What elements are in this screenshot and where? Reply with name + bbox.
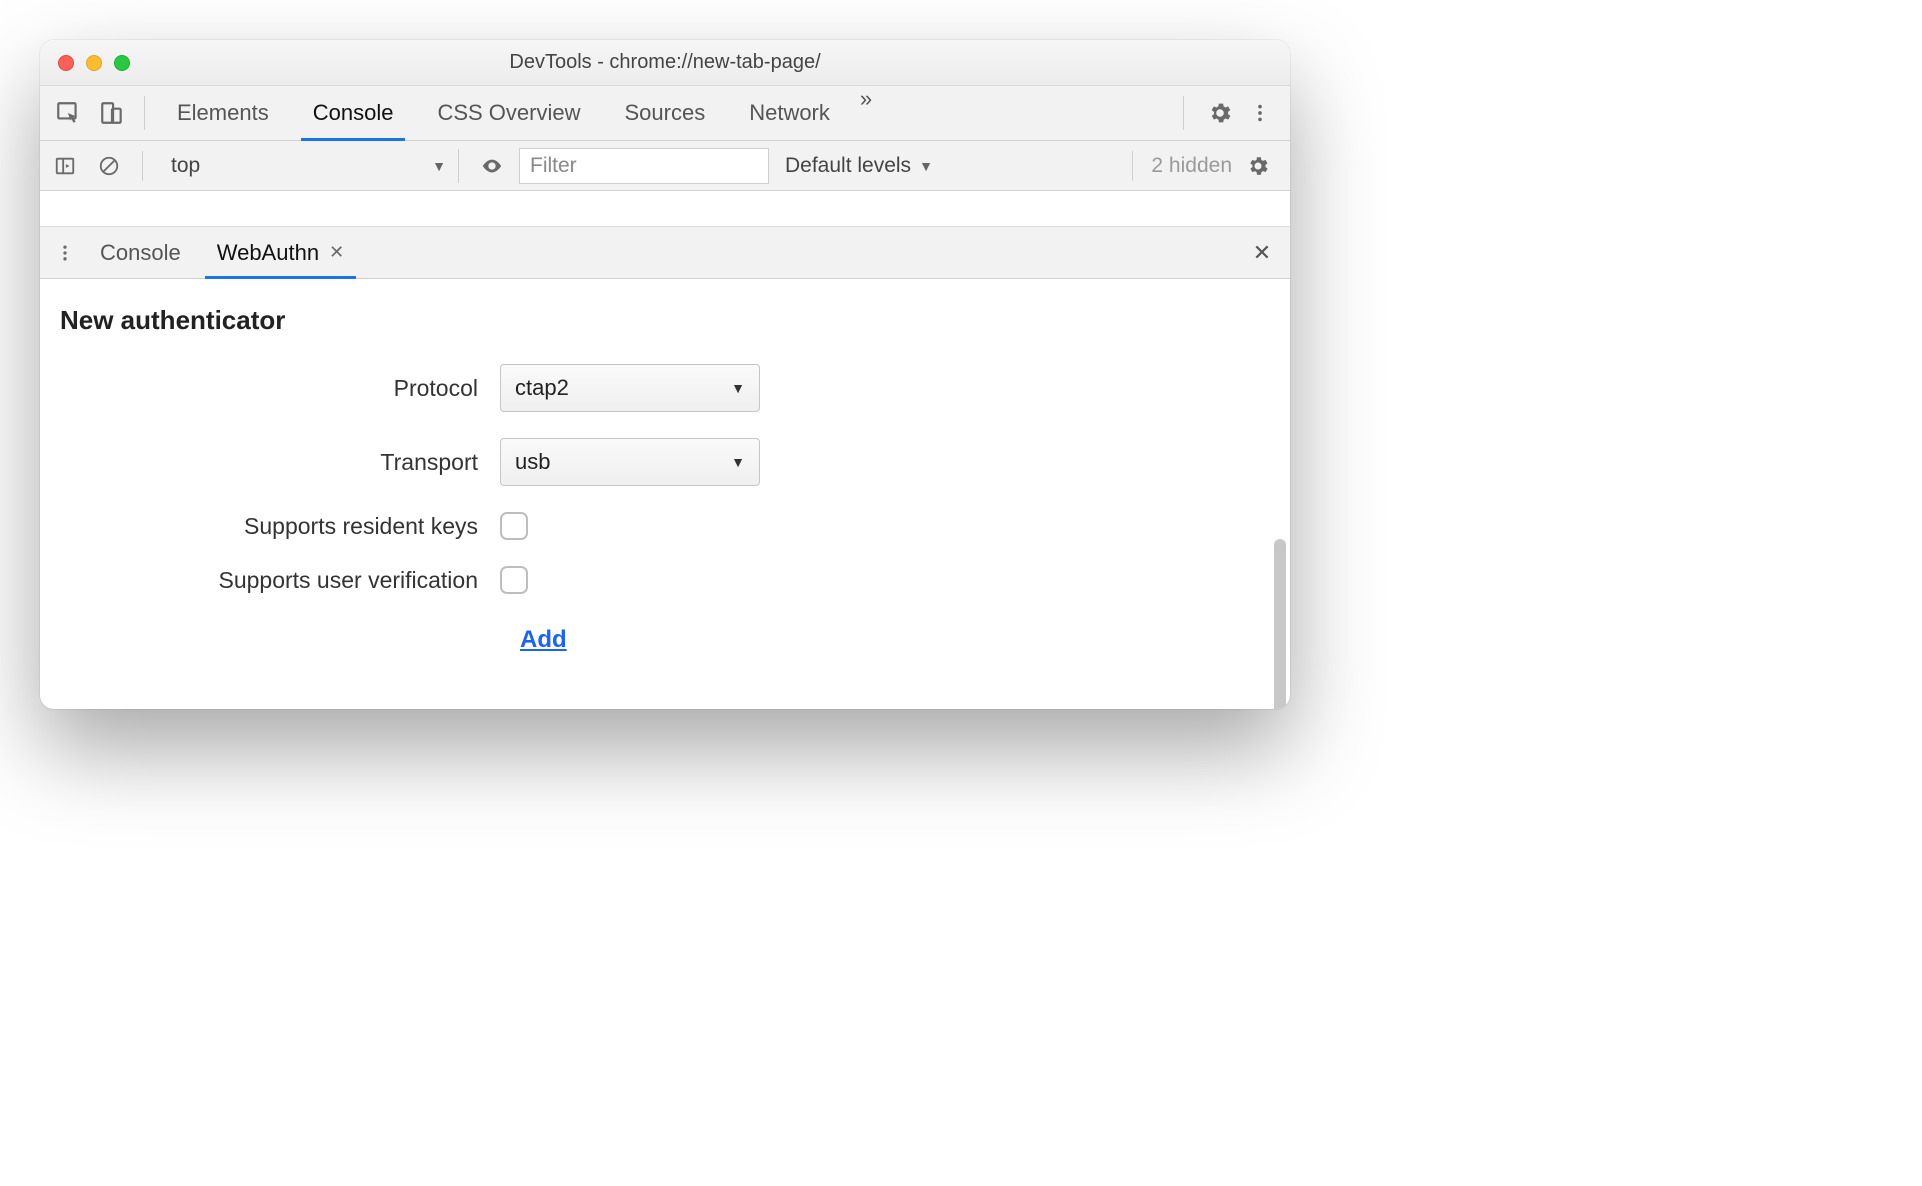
drawer-tab-webauthn[interactable]: WebAuthn ✕ <box>199 227 362 278</box>
main-tabstrip: Elements Console CSS Overview Sources Ne… <box>40 86 1290 141</box>
add-authenticator-button[interactable]: Add <box>520 626 567 654</box>
console-toolbar: top ▼ Default levels ▼ 2 hidden <box>40 141 1290 191</box>
label-resident-keys: Supports resident keys <box>60 513 500 540</box>
inspect-element-icon[interactable] <box>46 91 90 135</box>
row-resident-keys: Supports resident keys <box>60 512 1270 540</box>
main-menu-kebab-icon[interactable] <box>1242 95 1278 131</box>
row-add: Add <box>60 626 1270 654</box>
console-output-area <box>40 191 1290 227</box>
drawer-tabstrip: Console WebAuthn ✕ ✕ <box>40 227 1290 279</box>
zoom-window-button[interactable] <box>114 55 130 71</box>
context-value: top <box>171 154 200 178</box>
user-verification-checkbox[interactable] <box>500 566 528 594</box>
label-protocol: Protocol <box>60 375 500 402</box>
device-toolbar-icon[interactable] <box>90 91 134 135</box>
execution-context-select[interactable]: top ▼ <box>159 149 459 183</box>
scrollbar-thumb[interactable] <box>1274 539 1286 709</box>
drawer-tab-console[interactable]: Console <box>82 227 199 278</box>
console-filter-input[interactable] <box>519 148 769 184</box>
tabs-overflow-button[interactable]: » <box>852 86 880 140</box>
tab-sources[interactable]: Sources <box>602 86 727 140</box>
live-expression-eye-icon[interactable] <box>475 149 509 183</box>
row-protocol: Protocol ctap2 ▼ <box>60 364 1270 412</box>
chevron-down-icon: ▼ <box>432 158 446 174</box>
main-tabs: Elements Console CSS Overview Sources Ne… <box>155 86 880 140</box>
separator <box>142 151 143 181</box>
devtools-window: DevTools - chrome://new-tab-page/ Elemen… <box>40 40 1290 709</box>
protocol-value: ctap2 <box>515 375 569 401</box>
console-settings-gear-icon[interactable] <box>1240 148 1276 184</box>
separator <box>1183 96 1184 130</box>
close-tab-icon[interactable]: ✕ <box>329 242 344 263</box>
chevron-down-icon: ▼ <box>731 380 745 396</box>
drawer-menu-kebab-icon[interactable] <box>48 243 82 263</box>
hidden-messages-count[interactable]: 2 hidden <box>1151 154 1232 178</box>
toggle-console-sidebar-icon[interactable] <box>48 149 82 183</box>
separator <box>144 96 145 130</box>
clear-console-icon[interactable] <box>92 149 126 183</box>
resident-keys-checkbox[interactable] <box>500 512 528 540</box>
row-transport: Transport usb ▼ <box>60 438 1270 486</box>
transport-select[interactable]: usb ▼ <box>500 438 760 486</box>
panel-heading: New authenticator <box>60 305 1270 336</box>
tab-console[interactable]: Console <box>291 86 416 140</box>
row-user-verification: Supports user verification <box>60 566 1270 594</box>
minimize-window-button[interactable] <box>86 55 102 71</box>
tab-network[interactable]: Network <box>727 86 852 140</box>
label-transport: Transport <box>60 449 500 476</box>
webauthn-panel: New authenticator Protocol ctap2 ▼ Trans… <box>40 279 1290 709</box>
chevron-down-icon: ▼ <box>919 158 933 174</box>
log-levels-select[interactable]: Default levels ▼ <box>779 154 939 178</box>
transport-value: usb <box>515 449 550 475</box>
separator <box>1132 151 1133 181</box>
close-window-button[interactable] <box>58 55 74 71</box>
protocol-select[interactable]: ctap2 ▼ <box>500 364 760 412</box>
tab-css-overview[interactable]: CSS Overview <box>415 86 602 140</box>
label-user-verification: Supports user verification <box>60 567 500 594</box>
traffic-lights <box>58 55 130 71</box>
window-title: DevTools - chrome://new-tab-page/ <box>40 51 1290 74</box>
tab-elements[interactable]: Elements <box>155 86 291 140</box>
chevron-down-icon: ▼ <box>731 454 745 470</box>
settings-gear-icon[interactable] <box>1202 95 1238 131</box>
close-drawer-icon[interactable]: ✕ <box>1242 233 1282 273</box>
titlebar: DevTools - chrome://new-tab-page/ <box>40 40 1290 86</box>
